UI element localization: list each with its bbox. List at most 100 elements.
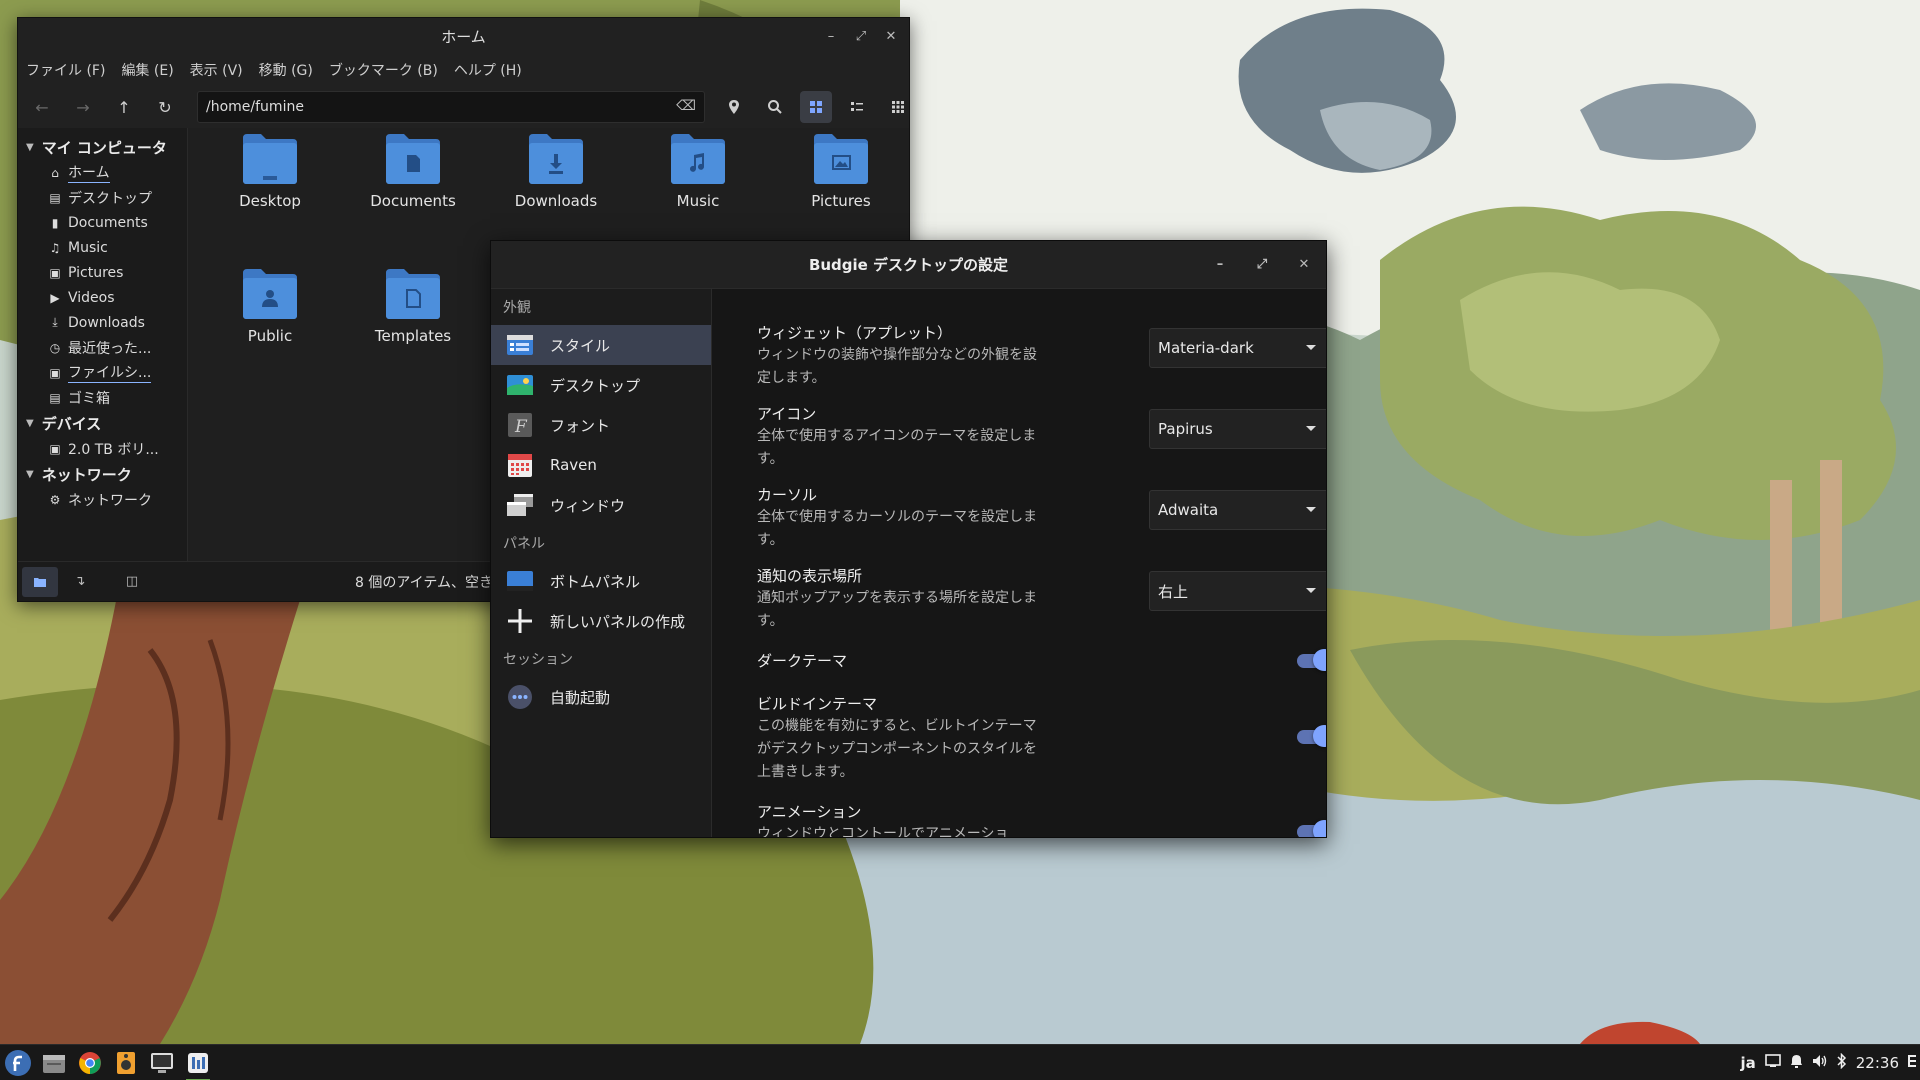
folder-documents[interactable]: Documents [348, 132, 478, 210]
folder-public[interactable]: Public [205, 267, 335, 345]
folder-pictures[interactable]: Pictures [776, 132, 906, 210]
settings-titlebar[interactable]: Budgie デスクトップの設定 – ⤢ ✕ [491, 241, 1326, 289]
fm-window-title: ホーム [441, 27, 486, 46]
sidebar-item-pictures[interactable]: ▣ Pictures [18, 260, 187, 285]
builtin-theme-switch[interactable] [1297, 725, 1326, 747]
search-icon[interactable] [759, 91, 791, 123]
up-arrow-icon[interactable]: ↑ [108, 91, 140, 123]
terminal-app-icon[interactable] [144, 1045, 180, 1080]
volume-icon[interactable] [1812, 1054, 1828, 1072]
chrome-browser-icon[interactable] [72, 1045, 108, 1080]
location-bar[interactable]: /home/fumine ⌫ [197, 91, 705, 123]
cursor-theme-dropdown[interactable]: Adwaita [1149, 490, 1326, 530]
sidebar-item-videos[interactable]: ▶ Videos [18, 285, 187, 310]
fm-close-button[interactable]: ✕ [883, 28, 899, 44]
folder-public-icon [243, 269, 297, 319]
menu-edit[interactable]: 編集 (E) [121, 60, 173, 80]
notification-position-dropdown[interactable]: 右上 [1149, 571, 1326, 611]
expander-down-icon: ▼ [26, 141, 34, 153]
sidebar-item-home[interactable]: ⌂ ホーム [18, 160, 187, 185]
icon-view-icon[interactable] [800, 91, 832, 123]
folder-music-icon [671, 134, 725, 184]
nav-style[interactable]: スタイル [491, 325, 711, 365]
nav-raven[interactable]: Raven [491, 445, 711, 485]
clear-location-icon[interactable]: ⌫ [676, 98, 696, 114]
setting-animation: アニメーション ウィンドウとコントールでアニメーショ [757, 801, 1326, 837]
location-path: /home/fumine [206, 99, 304, 115]
menu-bookmarks[interactable]: ブックマーク (B) [329, 60, 438, 80]
sidebar-item-network[interactable]: ⚙ ネットワーク [18, 487, 187, 512]
menu-help[interactable]: ヘルプ (H) [454, 60, 522, 80]
widget-theme-dropdown[interactable]: Materia-dark [1149, 328, 1326, 368]
fm-minimize-button[interactable]: – [823, 28, 839, 44]
nav-bottom-panel[interactable]: ボトムパネル [491, 561, 711, 601]
settings-minimize-button[interactable]: – [1212, 257, 1228, 273]
nav-windows[interactable]: ウィンドウ [491, 485, 711, 525]
files-app-icon[interactable] [36, 1045, 72, 1080]
nav-new-panel[interactable]: 新しいパネルの作成 [491, 601, 711, 641]
clock[interactable]: 22:36 [1856, 1054, 1899, 1072]
sidebar-section-computer[interactable]: ▼ マイ コンピュータ [18, 134, 187, 160]
file-label: Templates [374, 327, 452, 345]
show-places-icon[interactable] [22, 566, 58, 597]
network-icon: ⚙ [49, 492, 61, 507]
list-view-icon[interactable] [841, 91, 873, 123]
dropdown-value: 右上 [1158, 582, 1189, 601]
screen-icon[interactable] [1764, 1054, 1781, 1072]
power-menu-icon[interactable] [1908, 1054, 1916, 1072]
picture-icon: ▣ [49, 265, 61, 280]
fedora-menu-icon[interactable] [0, 1045, 36, 1080]
sidebar-item-trash[interactable]: ▤ ゴミ箱 [18, 385, 187, 410]
folder-download-icon [529, 134, 583, 184]
sidebar-item-music[interactable]: ♫ Music [18, 235, 187, 260]
location-pin-icon[interactable] [718, 91, 750, 123]
icon-theme-dropdown[interactable]: Papirus [1149, 409, 1326, 449]
nav-fonts[interactable]: F フォント [491, 405, 711, 445]
folder-downloads[interactable]: Downloads [491, 132, 621, 210]
style-settings-panel: ウィジェット（アプレット） ウィンドウの装飾や操作部分などの外観を設定します。 … [713, 289, 1326, 837]
folder-desktop[interactable]: Desktop [205, 132, 335, 210]
fm-maximize-button[interactable]: ⤢ [853, 28, 869, 44]
bluetooth-icon[interactable] [1837, 1052, 1847, 1073]
settings-close-button[interactable]: ✕ [1296, 257, 1312, 273]
setting-description: 全体で使用するカーソルのテーマを設定します。 [757, 509, 1037, 548]
sidebar-item-volume[interactable]: ▣ 2.0 TB ボリ... [18, 436, 187, 461]
dropdown-arrow-icon [1306, 507, 1316, 512]
sidebar-item-documents[interactable]: ▮ Documents [18, 210, 187, 235]
budgie-settings-app-icon[interactable] [180, 1045, 216, 1080]
sidebar-item-filesystem[interactable]: ▣ ファイルシ... [18, 360, 187, 385]
sidebar-item-downloads[interactable]: ⤓ Downloads [18, 310, 187, 335]
file-label: Documents [370, 192, 456, 210]
menu-view[interactable]: 表示 (V) [190, 60, 243, 80]
forward-arrow-icon[interactable]: → [67, 91, 99, 123]
dark-theme-switch[interactable] [1297, 649, 1326, 671]
speaker-app-icon[interactable] [108, 1045, 144, 1080]
show-tree-icon[interactable]: ↴ [62, 567, 98, 597]
sidebar-section-network[interactable]: ▼ ネットワーク [18, 461, 187, 487]
style-icon [505, 332, 535, 358]
nav-autostart[interactable]: 自動起動 [491, 677, 711, 717]
settings-maximize-button[interactable]: ⤢ [1254, 257, 1270, 273]
nav-desktop[interactable]: デスクトップ [491, 365, 711, 405]
compact-view-icon[interactable] [882, 91, 914, 123]
fm-titlebar[interactable]: ホーム – ⤢ ✕ [18, 18, 909, 54]
back-arrow-icon[interactable]: ← [26, 91, 58, 123]
dropdown-arrow-icon [1306, 426, 1316, 431]
animation-switch[interactable] [1297, 820, 1326, 837]
menu-file[interactable]: ファイル (F) [26, 60, 105, 80]
notification-bell-icon[interactable] [1790, 1054, 1803, 1072]
dropdown-arrow-icon [1306, 588, 1316, 593]
sidebar-item-desktop[interactable]: ▤ デスクトップ [18, 185, 187, 210]
app-launcher [0, 1045, 216, 1080]
dropdown-value: Materia-dark [1158, 339, 1254, 357]
settings-window-title: Budgie デスクトップの設定 [808, 256, 1009, 274]
hide-sidebar-icon[interactable]: ◫ [114, 567, 150, 597]
expander-down-icon: ▼ [26, 417, 34, 429]
input-method-indicator[interactable]: ja [1741, 1054, 1756, 1072]
menu-go[interactable]: 移動 (G) [259, 60, 313, 80]
folder-templates[interactable]: Templates [348, 267, 478, 345]
sidebar-item-recent[interactable]: ◷ 最近使った... [18, 335, 187, 360]
reload-icon[interactable]: ↻ [149, 91, 181, 123]
sidebar-section-devices[interactable]: ▼ デバイス [18, 410, 187, 436]
folder-music[interactable]: Music [633, 132, 763, 210]
